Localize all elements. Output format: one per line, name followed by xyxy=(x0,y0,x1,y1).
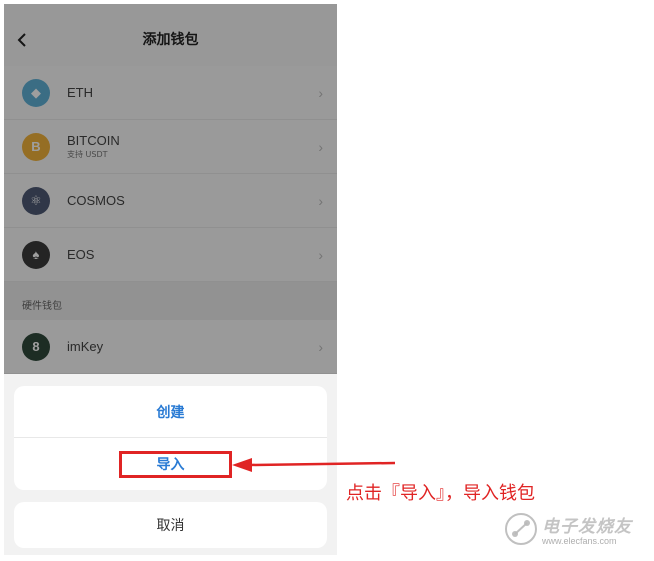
chevron-left-icon xyxy=(17,33,26,47)
page-title: 添加钱包 xyxy=(142,32,199,48)
watermark: 电子发烧友 www.elecfans.com xyxy=(504,510,644,554)
back-button[interactable] xyxy=(12,30,32,50)
wallet-list: ◆ ETH › B BITCOIN 支持 USDT › ⚛ COSMOS › ♠… xyxy=(4,66,337,374)
wallet-name: COSMOS xyxy=(67,193,125,208)
wallet-row-bitcoin[interactable]: B BITCOIN 支持 USDT › xyxy=(4,120,337,174)
wallet-row-cosmos[interactable]: ⚛ COSMOS › xyxy=(4,174,337,228)
wallet-list-page: 添加钱包 ◆ ETH › B BITCOIN 支持 USDT › ⚛ COSMO… xyxy=(4,4,337,374)
watermark-url: www.elecfans.com xyxy=(542,536,617,546)
screenshot-canvas: 添加钱包 ◆ ETH › B BITCOIN 支持 USDT › ⚛ COSMO… xyxy=(0,0,654,561)
cancel-button[interactable]: 取消 xyxy=(14,502,327,548)
create-button[interactable]: 创建 xyxy=(14,386,327,438)
wallet-row-text: BITCOIN 支持 USDT xyxy=(67,133,120,160)
chevron-right-icon: › xyxy=(318,246,323,263)
wallet-row-text: imKey xyxy=(67,339,103,354)
cosmos-icon: ⚛ xyxy=(22,186,50,215)
watermark-title: 电子发烧友 xyxy=(542,517,632,537)
annotation-text: 点击『导入』，导入钱包 xyxy=(346,483,535,504)
wallet-name: imKey xyxy=(67,339,104,354)
chevron-right-icon: › xyxy=(318,192,323,209)
wallet-row-text: EOS xyxy=(67,247,94,262)
import-button[interactable]: 导入 xyxy=(14,438,327,490)
chevron-right-icon: › xyxy=(318,84,323,101)
wallet-name: BITCOIN xyxy=(67,133,120,148)
wallet-name: ETH xyxy=(67,85,93,100)
eth-icon: ◆ xyxy=(22,78,50,107)
hardware-wallet-section-label: 硬件钱包 xyxy=(4,282,337,320)
wallet-subtitle: 支持 USDT xyxy=(67,150,108,159)
imkey-icon: 8 xyxy=(22,332,50,361)
bitcoin-icon: B xyxy=(22,132,50,161)
chevron-right-icon: › xyxy=(318,138,323,155)
action-sheet: 创建 导入 取消 xyxy=(4,374,337,555)
elecfans-logo-icon xyxy=(505,513,537,545)
wallet-name: EOS xyxy=(67,247,95,262)
eos-icon: ♠ xyxy=(22,240,50,269)
page-header: 添加钱包 xyxy=(4,4,337,74)
wallet-row-imkey[interactable]: 8 imKey › xyxy=(4,320,337,374)
wallet-row-eth[interactable]: ◆ ETH › xyxy=(4,66,337,120)
wallet-row-text: COSMOS xyxy=(67,193,125,208)
phone-screen: 添加钱包 ◆ ETH › B BITCOIN 支持 USDT › ⚛ COSMO… xyxy=(4,4,337,555)
wallet-row-text: ETH xyxy=(67,85,93,100)
chevron-right-icon: › xyxy=(318,338,323,355)
action-button-group: 创建 导入 xyxy=(14,386,327,490)
wallet-row-eos[interactable]: ♠ EOS › xyxy=(4,228,337,282)
